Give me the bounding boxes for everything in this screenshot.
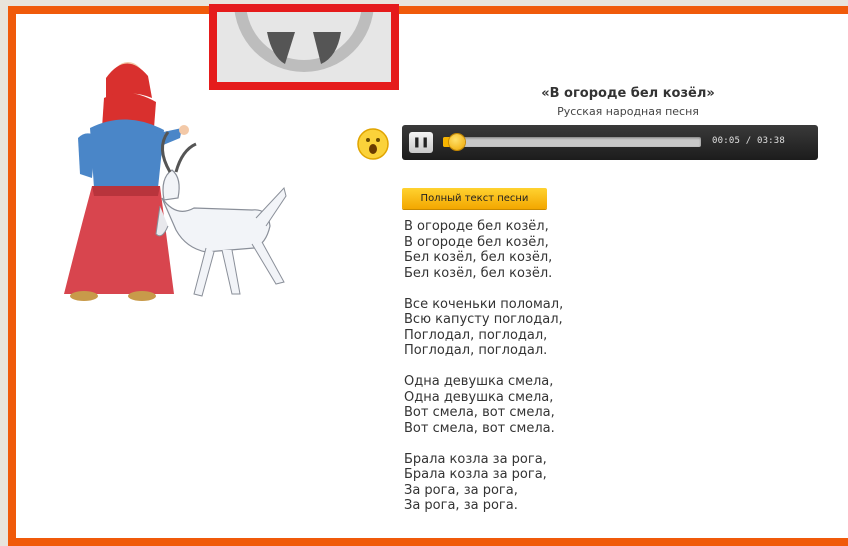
- song-subtitle: Русская народная песня: [557, 105, 699, 118]
- lyrics-line: В огороде бел козёл,: [404, 219, 549, 234]
- stanza: Брала козла за рога, Брала козла за рога…: [404, 452, 563, 514]
- pause-button[interactable]: ❚❚: [409, 132, 433, 153]
- progress-thumb[interactable]: [448, 134, 465, 150]
- lyrics-line: Поглодал, поглодал.: [404, 343, 548, 358]
- stanza: Одна девушка смела, Одна девушка смела, …: [404, 374, 563, 436]
- singing-face-icon[interactable]: [357, 128, 389, 160]
- lyrics-line: Брала козла за рога,: [404, 467, 547, 482]
- lyrics-line: За рога, за рога,: [404, 482, 518, 498]
- lyrics-line: В огороде бел козёл,: [404, 234, 549, 250]
- content-frame: «В огороде бел козёл» Русская народная п…: [8, 4, 848, 546]
- lyrics-line: За рога, за рога.: [404, 498, 518, 513]
- woman-and-goat-illustration: [64, 62, 287, 301]
- lyrics-line: Одна девушка смела,: [404, 389, 554, 405]
- lyrics-line: Все коченьки поломал,: [404, 296, 564, 312]
- stanza: В огороде бел козёл, В огороде бел козёл…: [404, 219, 563, 281]
- progress-track[interactable]: [443, 134, 701, 150]
- lyrics-line: Бел козёл, бел козёл,: [404, 250, 553, 265]
- lyrics-line: Поглодал, поглодал,: [404, 327, 548, 343]
- lyrics-line: Брала козла за рога,: [404, 451, 547, 467]
- song-title: «В огороде бел козёл»: [541, 86, 715, 101]
- lyrics-line: Одна девушка смела,: [404, 374, 554, 389]
- lyrics-line: Всю капусту поглодал,: [404, 312, 563, 327]
- lyrics-line: Бел козёл, бел козёл.: [404, 265, 553, 281]
- lyrics-line: Вот смела, вот смела.: [404, 420, 555, 436]
- full-lyrics-button[interactable]: Полный текст песни: [402, 188, 547, 209]
- lyrics-text: В огороде бел козёл, В огороде бел козёл…: [404, 219, 563, 529]
- stanza: Все коченьки поломал, Всю капусту поглод…: [404, 297, 563, 359]
- time-display: 00:05 / 03:38: [712, 136, 786, 146]
- audio-player: ❚❚ 00:05 / 03:38: [402, 125, 818, 160]
- pause-icon: ❚❚: [412, 137, 430, 148]
- lyrics-line: Вот смела, вот смела,: [404, 405, 555, 420]
